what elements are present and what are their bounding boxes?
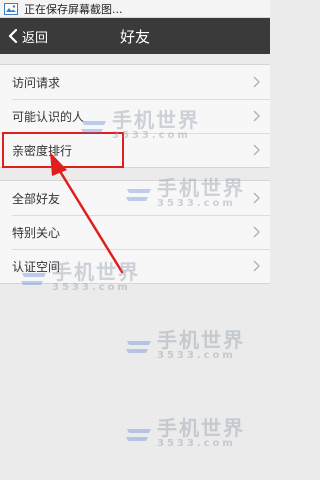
watermark: 手机世界 3533.com — [125, 418, 245, 449]
chevron-right-icon — [253, 260, 260, 272]
watermark-number: 3533.com — [157, 438, 236, 449]
chevron-right-icon — [253, 110, 260, 122]
watermark-logo-icon — [125, 423, 153, 445]
status-bar: 正在保存屏幕截图... — [0, 0, 270, 18]
highlight-box — [2, 132, 124, 168]
row-label: 访问请求 — [12, 75, 61, 90]
row-verified-space[interactable]: 认证空间 — [0, 249, 270, 283]
row-visit-requests[interactable]: 访问请求 — [0, 65, 270, 99]
watermark-number: 3533.com — [157, 350, 236, 361]
chevron-right-icon — [253, 76, 260, 88]
row-may-know[interactable]: 可能认识的人 — [0, 99, 270, 133]
row-label: 特别关心 — [12, 225, 61, 240]
watermark-brand: 手机世界 — [157, 328, 245, 352]
friends-group: 全部好友 特别关心 认证空间 — [0, 180, 270, 284]
row-all-friends[interactable]: 全部好友 — [0, 181, 270, 215]
chevron-right-icon — [253, 192, 260, 204]
watermark-number: 3533.com — [52, 282, 131, 293]
watermark-brand: 手机世界 — [157, 416, 245, 440]
watermark-logo-icon — [125, 335, 153, 357]
status-text: 正在保存屏幕截图... — [24, 2, 123, 16]
row-special-care[interactable]: 特别关心 — [0, 215, 270, 249]
chevron-right-icon — [253, 226, 260, 238]
page-title: 好友 — [119, 27, 150, 46]
back-label: 返回 — [22, 30, 49, 46]
watermark: 手机世界 3533.com — [125, 330, 245, 361]
row-label: 全部好友 — [12, 191, 61, 206]
row-label: 可能认识的人 — [12, 109, 85, 124]
screenshot-icon — [4, 2, 18, 15]
nav-bar: 返回 好友 — [0, 18, 270, 54]
chevron-left-icon — [8, 29, 18, 43]
back-button[interactable]: 返回 — [8, 18, 48, 54]
row-label: 认证空间 — [12, 259, 61, 274]
chevron-right-icon — [253, 144, 260, 156]
